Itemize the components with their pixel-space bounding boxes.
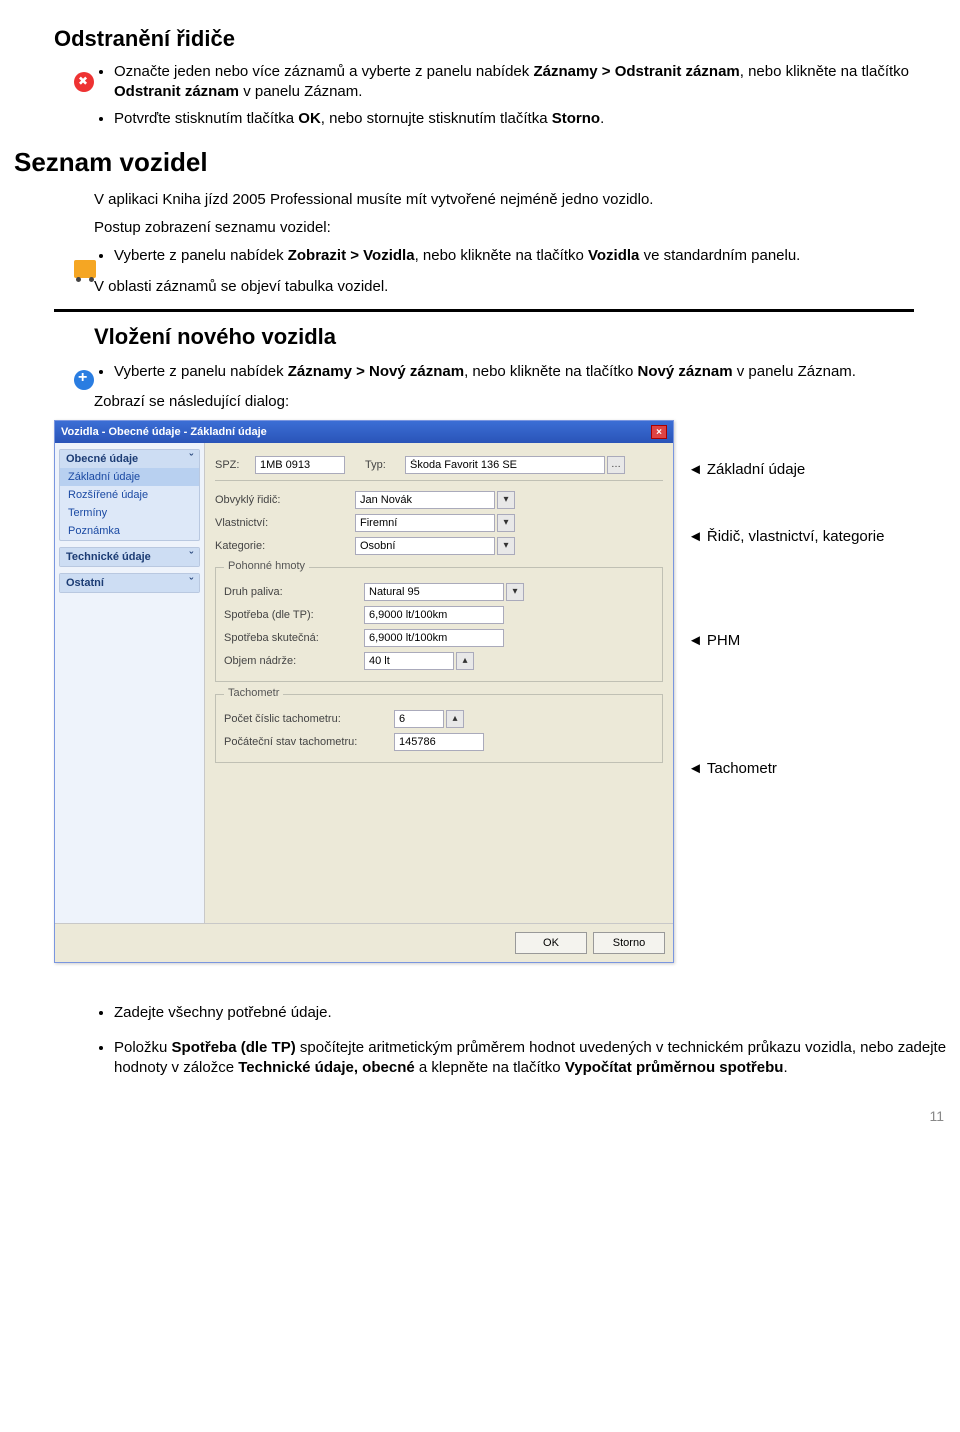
input-spz[interactable] (255, 456, 345, 474)
input-consumption-real[interactable] (364, 629, 504, 647)
fieldset-fuel: Pohonné hmoty Druh paliva: ▾ Spotřeba (d… (215, 567, 663, 682)
callout-tacho: ◄Tachometr (688, 759, 884, 779)
dialog-main: SPZ: Typ: … Obvyklý řidič: ▾ Vlastnictví… (205, 443, 673, 923)
paragraph: Postup zobrazení seznamu vozidel: (94, 218, 952, 238)
sidebar-item-extended[interactable]: Rozšířené údaje (60, 486, 199, 504)
spinner-icon[interactable]: ▴ (446, 710, 464, 728)
label-tacho-start: Počáteční stav tachometru: (224, 736, 394, 748)
page-number: 11 (0, 1108, 944, 1124)
label-tank: Objem nádrže: (224, 655, 364, 667)
chevron-icon: ˇ (189, 453, 193, 465)
input-typ[interactable] (405, 456, 605, 474)
list-item: Vyberte z panelu nabídek Zobrazit > Vozi… (114, 246, 952, 266)
callout-driver: ◄Řidič, vlastnictví, kategorie (688, 527, 884, 547)
legend-tacho: Tachometr (224, 687, 283, 699)
paragraph: V aplikaci Kniha jízd 2005 Professional … (94, 190, 952, 210)
label-fuel-type: Druh paliva: (224, 586, 364, 598)
input-tank[interactable] (364, 652, 454, 670)
dialog-footer: OK Storno (55, 923, 673, 962)
sidebar-group-general[interactable]: Obecné údaje ˇ (60, 450, 199, 468)
chevron-icon: ˇ (189, 551, 193, 563)
heading-vehicle-list: Seznam vozidel (14, 147, 952, 178)
heading-delete-driver: Odstranění řidiče (54, 26, 952, 52)
heading-new-vehicle: Vložení nového vozidla (94, 324, 952, 350)
callout-column: ◄Základní údaje ◄Řidič, vlastnictví, kat… (688, 420, 884, 779)
fieldset-tacho: Tachometr Počet číslic tachometru: ▴ Poč… (215, 694, 663, 763)
close-icon[interactable]: × (651, 425, 667, 439)
truck-icon (74, 260, 98, 284)
sidebar-group-other[interactable]: Ostatní ˇ (60, 574, 199, 592)
add-icon (74, 370, 98, 394)
sidebar-item-dates[interactable]: Termíny (60, 504, 199, 522)
list-item: Označte jeden nebo více záznamů a vybert… (114, 62, 952, 103)
label-consumption-tp: Spotřeba (dle TP): (224, 609, 364, 621)
input-tacho-digits[interactable] (394, 710, 444, 728)
dropdown-icon[interactable]: ▾ (506, 583, 524, 601)
list-item: Vyberte z panelu nabídek Záznamy > Nový … (114, 362, 952, 382)
cancel-button[interactable]: Storno (593, 932, 665, 954)
list-item: Položku Spotřeba (dle TP) spočítejte ari… (114, 1038, 952, 1079)
callout-basic: ◄Základní údaje (688, 460, 884, 480)
spinner-icon[interactable]: ▴ (456, 652, 474, 670)
vehicle-list-steps: Vyberte z panelu nabídek Zobrazit > Vozi… (114, 246, 952, 266)
input-category[interactable] (355, 537, 495, 555)
label-driver: Obvyklý řidič: (215, 494, 355, 506)
paragraph: Zobrazí se následující dialog: (94, 392, 952, 412)
label-tacho-digits: Počet číslic tachometru: (224, 713, 394, 725)
label-category: Kategorie: (215, 540, 355, 552)
label-consumption-real: Spotřeba skutečná: (224, 632, 364, 644)
dialog-titlebar[interactable]: Vozidla - Obecné údaje - Základní údaje … (55, 421, 673, 443)
triangle-left-icon: ◄ (688, 760, 703, 777)
delete-driver-steps: Označte jeden nebo více záznamů a vybert… (114, 62, 952, 129)
dropdown-icon[interactable]: ▾ (497, 491, 515, 509)
paragraph: V oblasti záznamů se objeví tabulka vozi… (94, 277, 952, 297)
label-ownership: Vlastnictví: (215, 517, 355, 529)
triangle-left-icon: ◄ (688, 528, 703, 545)
divider (54, 309, 914, 312)
list-item: Zadejte všechny potřebné údaje. (114, 1003, 952, 1023)
dialog-vehicle: Vozidla - Obecné údaje - Základní údaje … (54, 420, 674, 963)
chevron-icon: ˇ (189, 577, 193, 589)
callout-phm: ◄PHM (688, 631, 884, 651)
dropdown-icon[interactable]: … (607, 456, 625, 474)
final-steps: Zadejte všechny potřebné údaje. Položku … (114, 1003, 952, 1078)
dropdown-icon[interactable]: ▾ (497, 514, 515, 532)
dropdown-icon[interactable]: ▾ (497, 537, 515, 555)
delete-icon (74, 72, 98, 96)
legend-fuel: Pohonné hmoty (224, 560, 309, 572)
triangle-left-icon: ◄ (688, 632, 703, 649)
sidebar-item-basic[interactable]: Základní údaje (60, 468, 199, 486)
input-consumption-tp[interactable] (364, 606, 504, 624)
input-fuel-type[interactable] (364, 583, 504, 601)
list-item: Potvrďte stisknutím tlačítka OK, nebo st… (114, 109, 952, 129)
label-spz: SPZ: (215, 459, 255, 471)
dialog-sidebar: Obecné údaje ˇ Základní údaje Rozšířené … (55, 443, 205, 923)
label-typ: Typ: (365, 459, 405, 471)
sidebar-group-technical[interactable]: Technické údaje ˇ (60, 548, 199, 566)
triangle-left-icon: ◄ (688, 461, 703, 478)
input-driver[interactable] (355, 491, 495, 509)
sidebar-item-note[interactable]: Poznámka (60, 522, 199, 540)
dialog-title: Vozidla - Obecné údaje - Základní údaje (61, 426, 267, 438)
ok-button[interactable]: OK (515, 932, 587, 954)
input-tacho-start[interactable] (394, 733, 484, 751)
input-ownership[interactable] (355, 514, 495, 532)
new-vehicle-steps: Vyberte z panelu nabídek Záznamy > Nový … (114, 362, 952, 382)
